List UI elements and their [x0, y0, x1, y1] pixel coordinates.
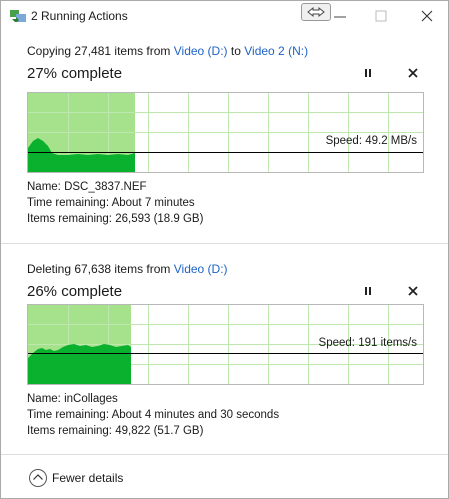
detail-name-label: Name:	[27, 181, 65, 193]
heading-prefix: Copying 27,481 items from	[27, 44, 174, 58]
destination-link[interactable]: Video 2 (N:)	[244, 44, 308, 58]
detail-time-label: Time remaining:	[27, 197, 112, 209]
operation-details: Name: DSC_3837.NEF Time remaining: About…	[27, 179, 203, 227]
detail-name-label: Name:	[27, 393, 65, 405]
speed-label: Speed: 191 items/s	[318, 337, 417, 349]
maximize-button[interactable]	[366, 5, 396, 27]
detail-time-value: About 4 minutes and 30 seconds	[111, 409, 280, 421]
detail-time-row: Time remaining: About 7 minutes	[27, 195, 203, 211]
pause-button[interactable]	[360, 65, 376, 81]
detail-time-row: Time remaining: About 4 minutes and 30 s…	[27, 407, 279, 423]
speed-graph-canvas	[28, 93, 423, 172]
cancel-button[interactable]	[405, 283, 421, 299]
heading-prefix: Deleting 67,638 items from	[27, 262, 174, 276]
cancel-button[interactable]	[405, 65, 421, 81]
detail-items-value: 49,822 (51.7 GB)	[115, 425, 204, 437]
operation-heading: Deleting 67,638 items from Video (D:)	[27, 262, 228, 276]
detail-items-label: Items remaining:	[27, 425, 116, 437]
speed-label: Speed: 49.2 MB/s	[325, 135, 417, 147]
throughput-area	[28, 344, 131, 384]
detail-name-value: inCollages	[64, 393, 118, 405]
window-title: 2 Running Actions	[31, 9, 128, 23]
source-link[interactable]: Video (D:)	[174, 262, 228, 276]
source-link[interactable]: Video (D:)	[174, 44, 228, 58]
footer-divider	[1, 454, 448, 455]
detail-name-row: Name: inCollages	[27, 391, 279, 407]
speed-graph: Speed: 49.2 MB/s	[27, 92, 424, 173]
chevron-up-circle-icon[interactable]	[28, 468, 48, 488]
detail-items-row: Items remaining: 26,593 (18.9 GB)	[27, 211, 203, 227]
detail-items-row: Items remaining: 49,822 (51.7 GB)	[27, 423, 279, 439]
close-button[interactable]	[412, 5, 442, 27]
percent-complete: 26% complete	[27, 283, 123, 300]
copy-progress-icon	[10, 10, 26, 22]
section-divider	[1, 243, 448, 244]
speed-graph: Speed: 191 items/s	[27, 304, 424, 385]
operation-details: Name: inCollages Time remaining: About 4…	[27, 391, 279, 439]
operation-heading: Copying 27,481 items from Video (D:) to …	[27, 44, 308, 58]
detail-name-value: DSC_3837.NEF	[64, 181, 147, 193]
minimize-button[interactable]	[326, 5, 356, 27]
detail-time-value: About 7 minutes	[111, 197, 195, 209]
file-operation-dialog: 2 Running Actions Copying 27,481 items f…	[0, 0, 449, 499]
fewer-details-label[interactable]: Fewer details	[52, 471, 123, 485]
title-bar[interactable]: 2 Running Actions	[1, 1, 448, 31]
detail-name-row: Name: DSC_3837.NEF	[27, 179, 203, 195]
pause-button[interactable]	[360, 283, 376, 299]
detail-items-value: 26,593 (18.9 GB)	[115, 213, 204, 225]
detail-items-label: Items remaining:	[27, 213, 116, 225]
percent-complete: 27% complete	[27, 65, 123, 82]
heading-mid: to	[227, 44, 245, 58]
detail-time-label: Time remaining:	[27, 409, 112, 421]
